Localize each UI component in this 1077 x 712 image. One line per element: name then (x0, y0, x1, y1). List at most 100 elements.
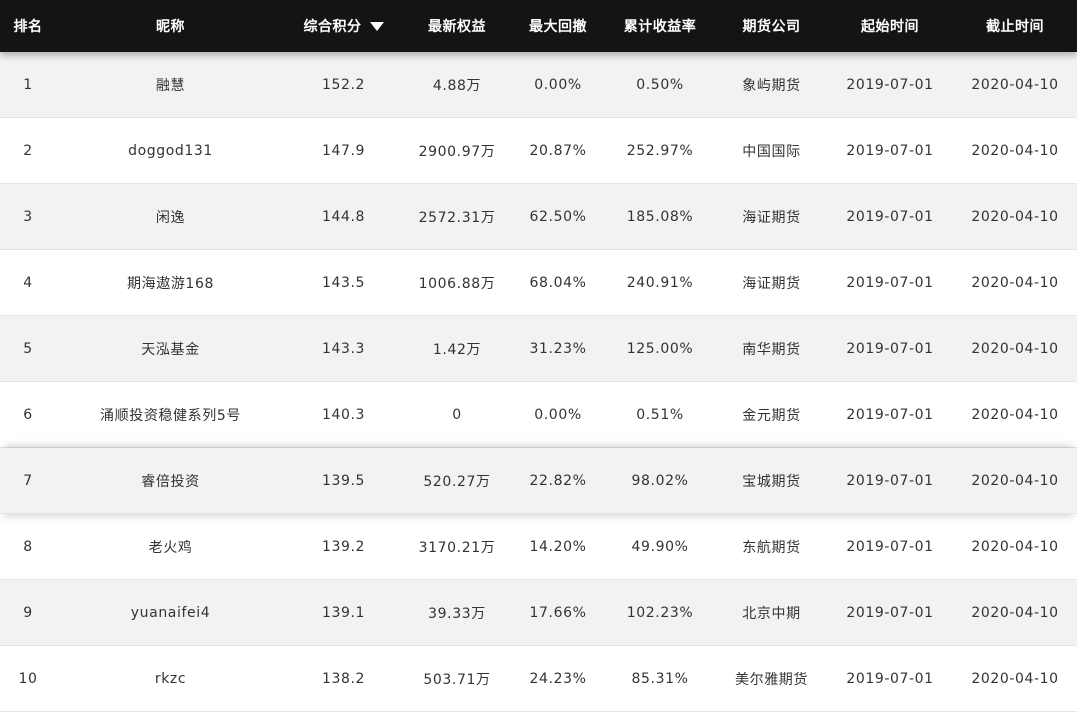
nickname-link[interactable]: 涌顺投资稳健系列5号 (56, 405, 285, 425)
equity-cell: 520.27万 (423, 473, 491, 490)
nickname-link[interactable]: 闲逸 (56, 207, 285, 227)
start-time-cell: 2019-07-01 (846, 142, 934, 159)
end-time-cell: 2020-04-10 (971, 340, 1059, 357)
equity-cell: 2900.97万 (418, 143, 496, 160)
end-time-cell: 2020-04-10 (971, 142, 1059, 159)
rank-cell: 9 (23, 604, 33, 621)
table-row[interactable]: 8 老火鸡 139.2 3170.21万 14.20% 49.90% 东航期货 … (0, 514, 1077, 580)
drawdown-cell: 62.50% (529, 208, 587, 225)
table-row[interactable]: 10 rkzc 138.2 503.71万 24.23% 85.31% 美尔雅期… (0, 646, 1077, 712)
rank-cell: 10 (18, 670, 38, 687)
end-time-cell: 2020-04-10 (971, 670, 1059, 687)
return-cell: 85.31% (631, 670, 689, 687)
return-cell: 0.51% (636, 406, 684, 423)
score-cell: 139.1 (321, 604, 366, 621)
nickname-link[interactable]: yuanaifei4 (56, 605, 285, 621)
nickname-link[interactable]: doggod131 (56, 143, 285, 159)
header-equity[interactable]: 最新权益 (402, 16, 512, 36)
score-cell: 152.2 (321, 76, 366, 93)
drawdown-cell: 0.00% (534, 76, 582, 93)
table-row[interactable]: 3 闲逸 144.8 2572.31万 62.50% 185.08% 海证期货 … (0, 184, 1077, 250)
header-score-sort[interactable]: 综合积分 (285, 16, 402, 36)
equity-cell: 3170.21万 (418, 539, 496, 556)
rank-cell: 5 (23, 340, 33, 357)
header-start-time[interactable]: 起始时间 (827, 16, 953, 36)
drawdown-cell: 14.20% (529, 538, 587, 555)
table-row-hovered[interactable]: 7 睿倍投资 139.5 520.27万 22.82% 98.02% 宝城期货 … (0, 448, 1077, 514)
return-cell: 102.23% (626, 604, 694, 621)
score-cell: 139.2 (321, 538, 366, 555)
table-row[interactable]: 4 期海遨游168 143.5 1006.88万 68.04% 240.91% … (0, 250, 1077, 316)
rank-cell: 8 (23, 538, 33, 555)
start-time-cell: 2019-07-01 (846, 208, 934, 225)
start-time-cell: 2019-07-01 (846, 670, 934, 687)
nickname-link[interactable]: 睿倍投资 (56, 471, 285, 491)
return-cell: 98.02% (631, 472, 689, 489)
drawdown-cell: 17.66% (529, 604, 587, 621)
score-cell: 147.9 (321, 142, 366, 159)
nickname-link[interactable]: rkzc (56, 671, 285, 687)
drawdown-cell: 0.00% (534, 406, 582, 423)
nickname-link[interactable]: 天泓基金 (56, 339, 285, 359)
company-cell: 美尔雅期货 (735, 671, 808, 688)
rank-cell: 6 (23, 406, 33, 423)
return-cell: 252.97% (626, 142, 694, 159)
end-time-cell: 2020-04-10 (971, 538, 1059, 555)
equity-cell: 2572.31万 (418, 209, 496, 226)
header-drawdown[interactable]: 最大回撤 (512, 16, 604, 36)
company-cell: 宝城期货 (742, 473, 801, 490)
drawdown-cell: 68.04% (529, 274, 587, 291)
equity-cell: 4.88万 (432, 77, 482, 94)
score-cell: 138.2 (321, 670, 366, 687)
end-time-cell: 2020-04-10 (971, 274, 1059, 291)
header-return[interactable]: 累计收益率 (604, 16, 716, 36)
equity-cell: 503.71万 (423, 671, 491, 688)
drawdown-cell: 24.23% (529, 670, 587, 687)
start-time-cell: 2019-07-01 (846, 472, 934, 489)
table-row[interactable]: 1 融慧 152.2 4.88万 0.00% 0.50% 象屿期货 2019-0… (0, 52, 1077, 118)
company-cell: 金元期货 (742, 407, 801, 424)
header-company[interactable]: 期货公司 (716, 16, 827, 36)
start-time-cell: 2019-07-01 (846, 406, 934, 423)
header-rank[interactable]: 排名 (0, 16, 56, 36)
company-cell: 象屿期货 (742, 77, 801, 94)
return-cell: 0.50% (636, 76, 684, 93)
equity-cell: 0 (452, 406, 462, 423)
return-cell: 240.91% (626, 274, 694, 291)
start-time-cell: 2019-07-01 (846, 604, 934, 621)
ranking-table: 排名 昵称 综合积分 最新权益 最大回撤 累计收益率 期货公司 起始时间 截止时… (0, 0, 1077, 712)
nickname-link[interactable]: 融慧 (56, 75, 285, 95)
header-end-time[interactable]: 截止时间 (953, 16, 1077, 36)
score-cell: 143.5 (321, 274, 366, 291)
drawdown-cell: 22.82% (529, 472, 587, 489)
return-cell: 185.08% (626, 208, 694, 225)
table-row[interactable]: 2 doggod131 147.9 2900.97万 20.87% 252.97… (0, 118, 1077, 184)
company-cell: 东航期货 (742, 539, 801, 556)
score-cell: 139.5 (321, 472, 366, 489)
end-time-cell: 2020-04-10 (971, 406, 1059, 423)
drawdown-cell: 31.23% (529, 340, 587, 357)
company-cell: 中国国际 (742, 143, 801, 160)
table-body: 1 融慧 152.2 4.88万 0.00% 0.50% 象屿期货 2019-0… (0, 52, 1077, 712)
rank-cell: 1 (23, 76, 33, 93)
equity-cell: 39.33万 (428, 605, 486, 622)
equity-cell: 1006.88万 (418, 275, 496, 292)
equity-cell: 1.42万 (432, 341, 482, 358)
nickname-link[interactable]: 期海遨游168 (56, 273, 285, 293)
nickname-link[interactable]: 老火鸡 (56, 537, 285, 557)
company-cell: 南华期货 (742, 341, 801, 358)
caret-down-icon[interactable] (369, 22, 384, 31)
end-time-cell: 2020-04-10 (971, 76, 1059, 93)
header-nickname[interactable]: 昵称 (56, 16, 285, 36)
start-time-cell: 2019-07-01 (846, 538, 934, 555)
rank-cell: 4 (23, 274, 33, 291)
table-row[interactable]: 6 涌顺投资稳健系列5号 140.3 0 0.00% 0.51% 金元期货 20… (0, 382, 1077, 448)
table-row[interactable]: 5 天泓基金 143.3 1.42万 31.23% 125.00% 南华期货 2… (0, 316, 1077, 382)
table-header: 排名 昵称 综合积分 最新权益 最大回撤 累计收益率 期货公司 起始时间 截止时… (0, 0, 1077, 52)
rank-cell: 3 (23, 208, 33, 225)
start-time-cell: 2019-07-01 (846, 76, 934, 93)
company-cell: 海证期货 (742, 275, 801, 292)
table-row[interactable]: 9 yuanaifei4 139.1 39.33万 17.66% 102.23%… (0, 580, 1077, 646)
start-time-cell: 2019-07-01 (846, 274, 934, 291)
score-cell: 144.8 (321, 208, 366, 225)
